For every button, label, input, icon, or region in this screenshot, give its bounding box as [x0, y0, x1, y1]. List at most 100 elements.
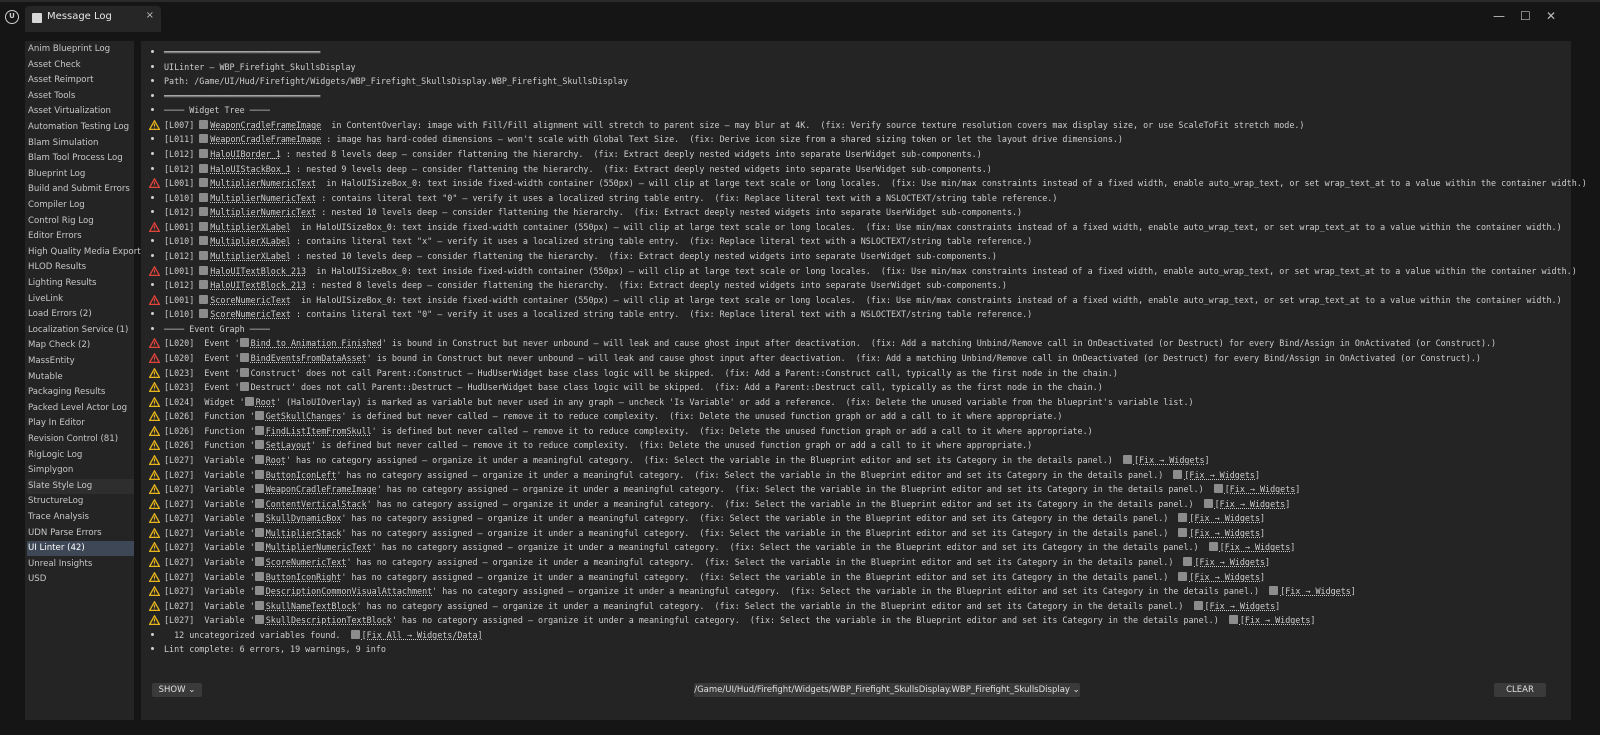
widget-link[interactable]: MultiplierNumericText	[210, 207, 316, 217]
widget-icon	[254, 527, 264, 537]
sidebar-item[interactable]: Slate Style Log	[27, 478, 134, 494]
unreal-logo-icon[interactable]: U	[5, 10, 19, 24]
fix-link[interactable]: [Fix → Widgets]	[1189, 513, 1265, 523]
show-filter-button[interactable]: SHOW ⌄	[152, 683, 202, 697]
widget-link[interactable]: ScoreNumericText	[210, 309, 291, 319]
sidebar-item[interactable]: LiveLink	[27, 292, 134, 307]
sidebar-item[interactable]: Blueprint Log	[27, 167, 134, 182]
fix-link[interactable]: [Fix → Widgets]	[1240, 615, 1316, 625]
widget-link[interactable]: WeaponCradleFrameImage	[210, 120, 321, 130]
fix-link[interactable]: [Fix → Widgets]	[1189, 528, 1265, 538]
widget-link[interactable]: MultiplierXLabel	[210, 236, 291, 246]
sidebar-item[interactable]: StructureLog	[27, 494, 134, 509]
sidebar-item[interactable]: HLOD Results	[27, 260, 134, 275]
sidebar-item[interactable]: Unreal Insights	[27, 557, 134, 572]
sidebar-item[interactable]: Build and Submit Errors	[27, 182, 134, 197]
fix-link[interactable]: [Fix → Widgets]	[1280, 586, 1356, 596]
asset-path-dropdown[interactable]: /Game/UI/Hud/Firefight/Widgets/WBP_Firef…	[694, 683, 1080, 697]
fix-link[interactable]: [Fix → Widgets]	[1134, 455, 1210, 465]
sidebar-item[interactable]: Play In Editor	[27, 416, 134, 431]
tab-close-icon[interactable]: ×	[146, 10, 154, 21]
widget-link[interactable]: ScoreNumericText	[210, 295, 291, 305]
widget-link[interactable]: ButtonIconRight	[266, 572, 342, 582]
sidebar-item[interactable]: Asset Virtualization	[27, 104, 134, 119]
widget-link[interactable]: MultiplierXLabel	[210, 251, 291, 261]
widget-link[interactable]: SetLayout	[266, 440, 311, 450]
sidebar-item[interactable]: Packaging Results	[27, 385, 134, 400]
log-message: [L020] Event ' BindEventsFromDataAsset' i…	[164, 351, 1481, 365]
sidebar-item[interactable]: Revision Control (81)	[27, 432, 134, 447]
widget-link[interactable]: HaloUIStackBox_1	[210, 164, 291, 174]
sidebar-item[interactable]: Map Check (2)	[27, 338, 134, 353]
sidebar-item[interactable]: Blam Simulation	[27, 136, 134, 151]
widget-link[interactable]: Bind to Animation Finished	[251, 338, 382, 348]
log-text: [L001]	[164, 265, 200, 276]
sidebar-item[interactable]: Simplygon	[27, 463, 134, 478]
log-message: Lint complete: 6 errors, 19 warnings, 9 …	[164, 642, 386, 656]
widget-link[interactable]: SkullDescriptionTextBlock	[266, 615, 392, 625]
sidebar-item[interactable]: Mutable	[27, 370, 134, 385]
sidebar-item[interactable]: Blam Tool Process Log	[27, 151, 134, 166]
widget-link[interactable]: MultiplierNumericText	[266, 542, 372, 552]
log-message: [L007] WeaponCradleFrameImage in Content…	[164, 118, 1304, 132]
sidebar-item[interactable]: MassEntity	[27, 354, 134, 369]
window-close-icon[interactable]: ✕	[1546, 9, 1556, 23]
sidebar-item[interactable]: High Quality Media Export	[27, 245, 141, 260]
log-text: ' has no category assigned — organize it…	[376, 484, 1214, 495]
sidebar-item[interactable]: Asset Reimport	[27, 73, 134, 88]
widget-link[interactable]: FindListItemFromSkull	[266, 426, 372, 436]
message-log-pane[interactable]: ═══════════════════════════════ UILinter …	[141, 41, 1587, 720]
sidebar-item[interactable]: RigLogic Log	[27, 448, 134, 463]
sidebar-item[interactable]: Asset Tools	[27, 89, 134, 104]
widget-link[interactable]: Root	[256, 397, 276, 407]
sidebar-item[interactable]: Trace Analysis	[27, 510, 134, 525]
widget-link[interactable]: HaloUITextBlock_213	[210, 266, 306, 276]
sidebar-item[interactable]: Control Rig Log	[27, 214, 134, 229]
sidebar-item[interactable]: UDN Parse Errors	[27, 526, 134, 541]
widget-link[interactable]: HaloUIBorder_1	[210, 149, 281, 159]
widget-link[interactable]: BindEventsFromDataAsset	[251, 353, 367, 363]
widget-link[interactable]: ScoreNumericText	[266, 557, 347, 567]
fix-link[interactable]: [Fix → Widgets]	[1189, 572, 1265, 582]
widget-link[interactable]: ContentVerticalStack	[266, 499, 367, 509]
widget-link[interactable]: HaloUITextBlock_213	[210, 280, 306, 290]
sidebar-item[interactable]: Anim Blueprint Log	[27, 42, 134, 57]
log-category-list: Anim Blueprint Log Asset Check Asset Reimp…	[25, 41, 141, 720]
sidebar-item[interactable]: Lighting Results	[27, 276, 134, 291]
widget-link[interactable]: MultiplierStack	[266, 528, 342, 538]
sidebar-item[interactable]: Packed Level Actor Log	[27, 401, 134, 416]
widget-link[interactable]: MultiplierNumericText	[210, 178, 316, 188]
widget-link[interactable]: WeaponCradleFrameImage	[266, 484, 377, 494]
sidebar-item[interactable]: Editor Errors	[27, 229, 134, 244]
widget-link[interactable]: Root	[266, 455, 286, 465]
widget-link[interactable]: MultiplierXLabel	[210, 222, 291, 232]
fix-link[interactable]: [Fix → Widgets]	[1225, 484, 1301, 494]
widget-link[interactable]: SkullNameTextBlock	[266, 601, 357, 611]
chevron-down-icon: ⌄	[1072, 685, 1080, 695]
sidebar-item[interactable]: Localization Service (1)	[27, 323, 134, 338]
widget-link[interactable]: ButtonIconLeft	[266, 470, 337, 480]
bullet-icon	[151, 632, 154, 636]
sidebar-item[interactable]: Compiler Log	[27, 198, 134, 213]
fix-link[interactable]: [Fix All → Widgets/Data]	[362, 630, 483, 640]
widget-link[interactable]: WeaponCradleFrameImage	[210, 134, 321, 144]
sidebar-item[interactable]: USD	[27, 572, 134, 587]
widget-link[interactable]: GetSkullChanges	[266, 411, 342, 421]
fix-link[interactable]: [Fix → Widgets]	[1215, 499, 1291, 509]
sidebar-item[interactable]: Automation Testing Log	[27, 120, 134, 135]
log-text: ' has no category assigned — organize it…	[341, 513, 1179, 524]
maximize-icon[interactable]: ☐	[1520, 9, 1531, 23]
sidebar-item[interactable]: Load Errors (2)	[27, 307, 134, 322]
fix-link[interactable]: [Fix → Widgets]	[1194, 557, 1270, 567]
clear-button[interactable]: CLEAR	[1494, 683, 1546, 697]
sidebar-item[interactable]: Asset Check	[27, 58, 134, 73]
widget-link[interactable]: MultiplierNumericText	[210, 193, 316, 203]
sidebar-item[interactable]: UI Linter (42)	[27, 541, 134, 557]
tab-message-log[interactable]: Message Log ×	[25, 6, 161, 32]
widget-link[interactable]: DescriptionCommonVisualAttachment	[266, 586, 432, 596]
widget-link[interactable]: SkullDynamicBox	[266, 513, 342, 523]
fix-link[interactable]: [Fix → Widgets]	[1220, 542, 1296, 552]
fix-link[interactable]: [Fix → Widgets]	[1184, 470, 1260, 480]
minimize-icon[interactable]: —	[1493, 9, 1505, 23]
fix-link[interactable]: [Fix → Widgets]	[1205, 601, 1281, 611]
